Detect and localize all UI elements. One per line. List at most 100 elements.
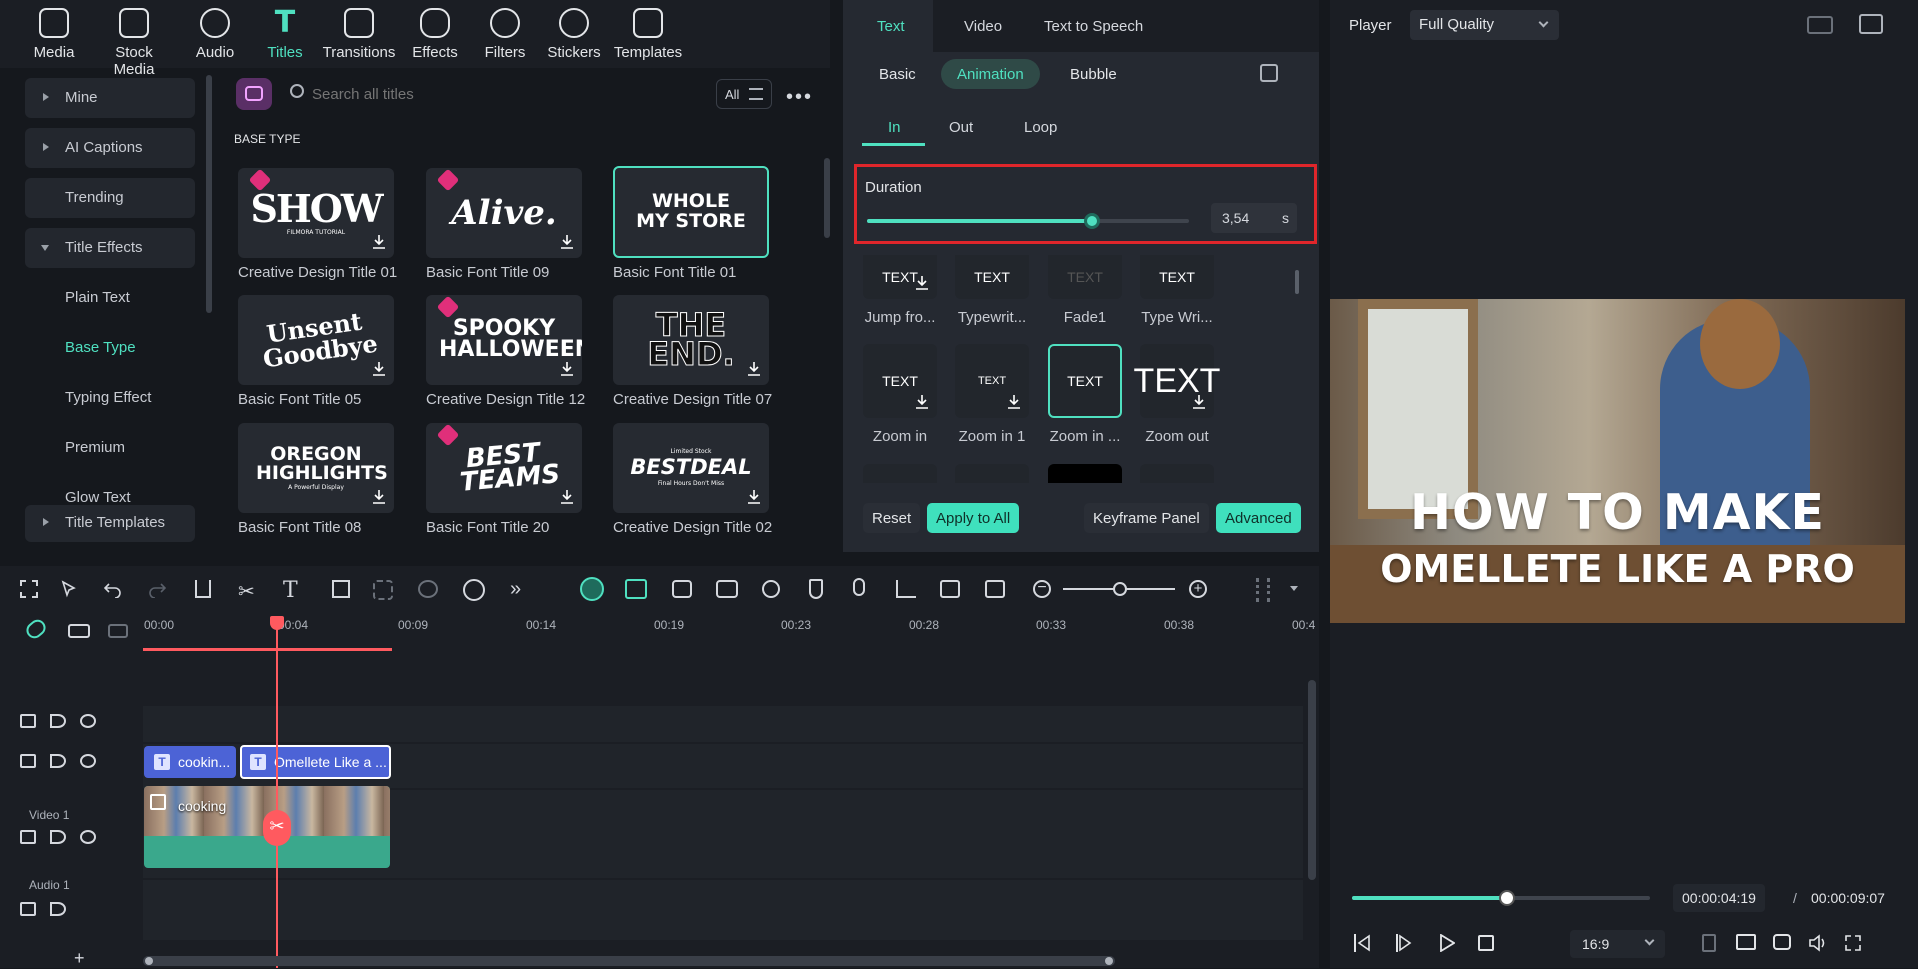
duration-slider[interactable] [867,213,1189,229]
titles-scrollbar[interactable] [824,158,830,238]
duration-slider-handle[interactable] [1084,213,1101,229]
video-preview[interactable]: HOW TO MAKE OMELLETE LIKE A PRO [1330,299,1905,623]
voiceover-mic-icon[interactable] [853,578,865,596]
ai-copilot-icon[interactable] [580,577,604,601]
download-icon[interactable] [372,234,386,250]
toolbar-titles[interactable]: T Titles [245,8,325,62]
download-icon[interactable] [915,275,929,291]
sidebar-item-typing-effect[interactable]: Typing Effect [25,378,195,418]
zoom-out-icon[interactable]: − [1033,580,1051,598]
record-screen-icon[interactable] [716,580,738,598]
sidebar-scrollbar[interactable] [206,75,212,313]
download-icon[interactable] [560,489,574,505]
select-tool-icon[interactable] [60,580,78,598]
lock-icon[interactable] [20,754,36,768]
title-card-selected[interactable]: WHOLE MY STORE Basic Font Title 01 [613,166,769,281]
toolbar-audio[interactable]: Audio [175,8,255,61]
tab-loop[interactable]: Loop [1024,119,1057,136]
download-icon[interactable] [560,361,574,377]
detach-audio-icon[interactable] [940,580,960,598]
sidebar-item-title-templates[interactable]: Title Templates [25,505,195,542]
sidebar-item-mine[interactable]: Mine [25,78,195,118]
camera-snapshot-icon[interactable] [1773,934,1791,950]
play-icon[interactable] [1439,934,1455,952]
animation-preset[interactable]: TEXT Jump fro... [863,255,937,326]
mute-icon[interactable] [50,714,66,728]
eye-icon[interactable] [80,830,96,844]
animation-preset[interactable] [863,464,937,483]
lock-icon[interactable] [20,714,36,728]
title-card[interactable]: OREGON HIGHLIGHTS A Powerful Display Bas… [238,423,394,536]
add-track-button[interactable]: + [74,948,85,969]
sidebar-item-trending[interactable]: Trending [25,178,195,218]
animation-preset[interactable]: TEXT Typewrit... [955,255,1029,326]
download-icon[interactable] [1007,394,1021,410]
zoom-slider[interactable] [1063,582,1175,596]
next-frame-icon[interactable] [1396,934,1414,952]
subtab-animation[interactable]: Animation [941,59,1040,89]
stop-icon[interactable] [1478,935,1494,951]
eye-icon[interactable] [80,714,96,728]
scroll-handle-left[interactable] [145,957,153,965]
quality-dropdown[interactable]: Full Quality [1410,10,1559,40]
playback-progress-handle[interactable] [1498,890,1515,906]
ai-audio-icon[interactable] [463,579,485,601]
redo-icon[interactable] [148,580,166,598]
animation-scrollbar[interactable] [1295,270,1299,294]
snap-icon[interactable] [625,579,647,599]
title-card[interactable]: THE END. Creative Design Title 07 [613,295,772,408]
layout-icon[interactable] [1807,16,1833,34]
auto-reframe-icon[interactable] [672,580,692,598]
tab-text[interactable]: Text [843,0,933,52]
animation-preset[interactable] [955,464,1029,483]
animation-preset[interactable] [1140,464,1214,483]
duration-input[interactable]: 3,54 s [1211,203,1297,233]
delete-icon[interactable] [195,580,211,598]
current-time[interactable]: 00:00:04:19 [1673,884,1765,912]
title-card[interactable]: Limited Stock BESTDEAL Final Hours Don't… [613,423,772,536]
volume-icon[interactable] [1808,934,1828,952]
sidebar-item-plain-text[interactable]: Plain Text [25,278,195,318]
tab-out[interactable]: Out [949,119,973,136]
snapshot-settings-icon[interactable] [1859,14,1883,34]
more-options-icon[interactable]: ••• [786,86,813,109]
track-manage-icon[interactable] [108,624,128,638]
render-preview-icon[interactable] [1702,934,1716,952]
toolbar-effects[interactable]: Effects [395,8,475,61]
animation-preset-selected[interactable]: TEXT Zoom in ... [1048,344,1122,445]
marker-icon[interactable] [809,579,823,599]
lock-icon[interactable] [20,830,36,844]
mute-icon[interactable] [50,902,66,916]
speed-icon[interactable] [762,580,780,598]
timeline-horizontal-scrollbar[interactable] [143,956,1115,966]
toolbar-transitions[interactable]: Transitions [319,8,399,61]
save-preset-icon[interactable] [1260,64,1278,82]
title-clip-selected[interactable]: T Omellete Like a ... [240,745,391,779]
toolbar-filters[interactable]: Filters [465,8,545,61]
playhead-line[interactable] [276,628,278,968]
sidebar-item-ai-captions[interactable]: AI Captions [25,128,195,168]
title-clip[interactable]: T cookin... [144,746,236,778]
title-card[interactable]: Alive. Basic Font Title 09 [426,168,582,281]
mute-icon[interactable] [50,754,66,768]
title-card[interactable]: SHOW FILMORA TUTORIAL Creative Design Ti… [238,168,397,281]
sidebar-item-glow-text[interactable]: Glow Text [25,478,195,502]
filter-dropdown[interactable]: All [716,79,772,109]
reset-button[interactable]: Reset [863,503,921,533]
apply-to-all-button[interactable]: Apply to All [927,503,1020,533]
track-layout-icon[interactable] [1256,578,1270,602]
playback-progress-bar[interactable] [1352,890,1650,906]
undo-icon[interactable] [104,580,122,598]
aspect-ratio-dropdown[interactable]: 16:9 [1570,930,1665,958]
scroll-handle-right[interactable] [1105,957,1113,965]
split-scissors-icon[interactable]: ✂ [263,810,291,846]
magnetic-icon[interactable] [68,624,90,638]
search-input[interactable] [312,80,692,108]
tab-video[interactable]: Video [964,18,1002,35]
animation-preset[interactable] [1048,464,1122,483]
text-tool-icon[interactable]: T [283,578,298,603]
caret-down-icon[interactable] [1290,586,1298,591]
subtab-bubble[interactable]: Bubble [1054,59,1133,89]
download-icon[interactable] [747,489,761,505]
animation-preset[interactable]: TEXT Type Wri... [1140,255,1214,326]
